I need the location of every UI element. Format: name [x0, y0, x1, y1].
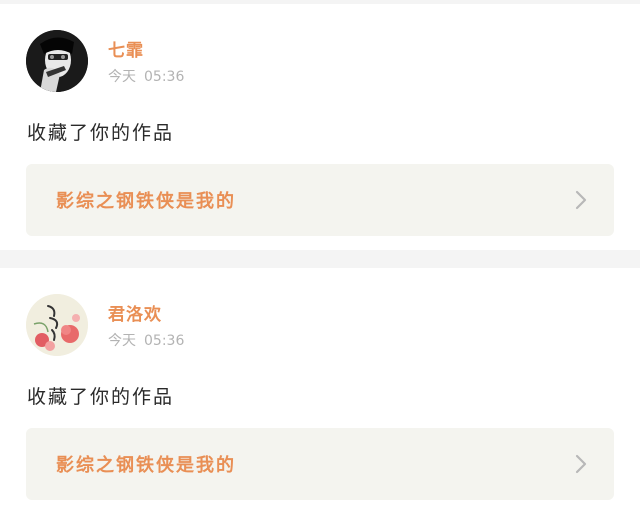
work-link[interactable]: 影综之钢铁侠是我的 [26, 164, 614, 236]
timestamp-clock: 05:36 [144, 333, 185, 349]
floral-calligraphy-icon [26, 294, 88, 356]
action-text: 收藏了你的作品 [27, 122, 175, 144]
notification-card: 君洛欢 今天 05:36 收藏了你的作品 影综之钢铁侠是我的 [0, 268, 640, 514]
timestamp-day: 今天 [108, 333, 136, 349]
avatar[interactable] [26, 294, 88, 356]
timestamp-clock: 05:36 [144, 69, 185, 85]
notification-card: 七霏 今天 05:36 收藏了你的作品 影综之钢铁侠是我的 [0, 4, 640, 250]
work-link[interactable]: 影综之钢铁侠是我的 [26, 428, 614, 500]
notification-header: 君洛欢 今天 05:36 [26, 294, 184, 356]
notification-meta: 七霏 今天 05:36 [108, 30, 184, 86]
chevron-right-icon [575, 454, 587, 474]
timestamp: 今天 05:36 [108, 68, 184, 86]
action-text: 收藏了你的作品 [27, 386, 175, 408]
work-title: 影综之钢铁侠是我的 [56, 191, 236, 212]
username[interactable]: 七霏 [108, 40, 184, 62]
chevron-right-icon [575, 190, 587, 210]
username[interactable]: 君洛欢 [108, 304, 184, 326]
notification-meta: 君洛欢 今天 05:36 [108, 294, 184, 350]
avatar[interactable] [26, 30, 88, 92]
timestamp: 今天 05:36 [108, 332, 184, 350]
work-title: 影综之钢铁侠是我的 [56, 455, 236, 476]
card-divider [0, 250, 640, 268]
timestamp-day: 今天 [108, 69, 136, 85]
notification-header: 七霏 今天 05:36 [26, 30, 184, 92]
notification-feed: 七霏 今天 05:36 收藏了你的作品 影综之钢铁侠是我的 君洛欢 今天 05:… [0, 0, 640, 514]
portrait-dark-icon [26, 30, 88, 92]
